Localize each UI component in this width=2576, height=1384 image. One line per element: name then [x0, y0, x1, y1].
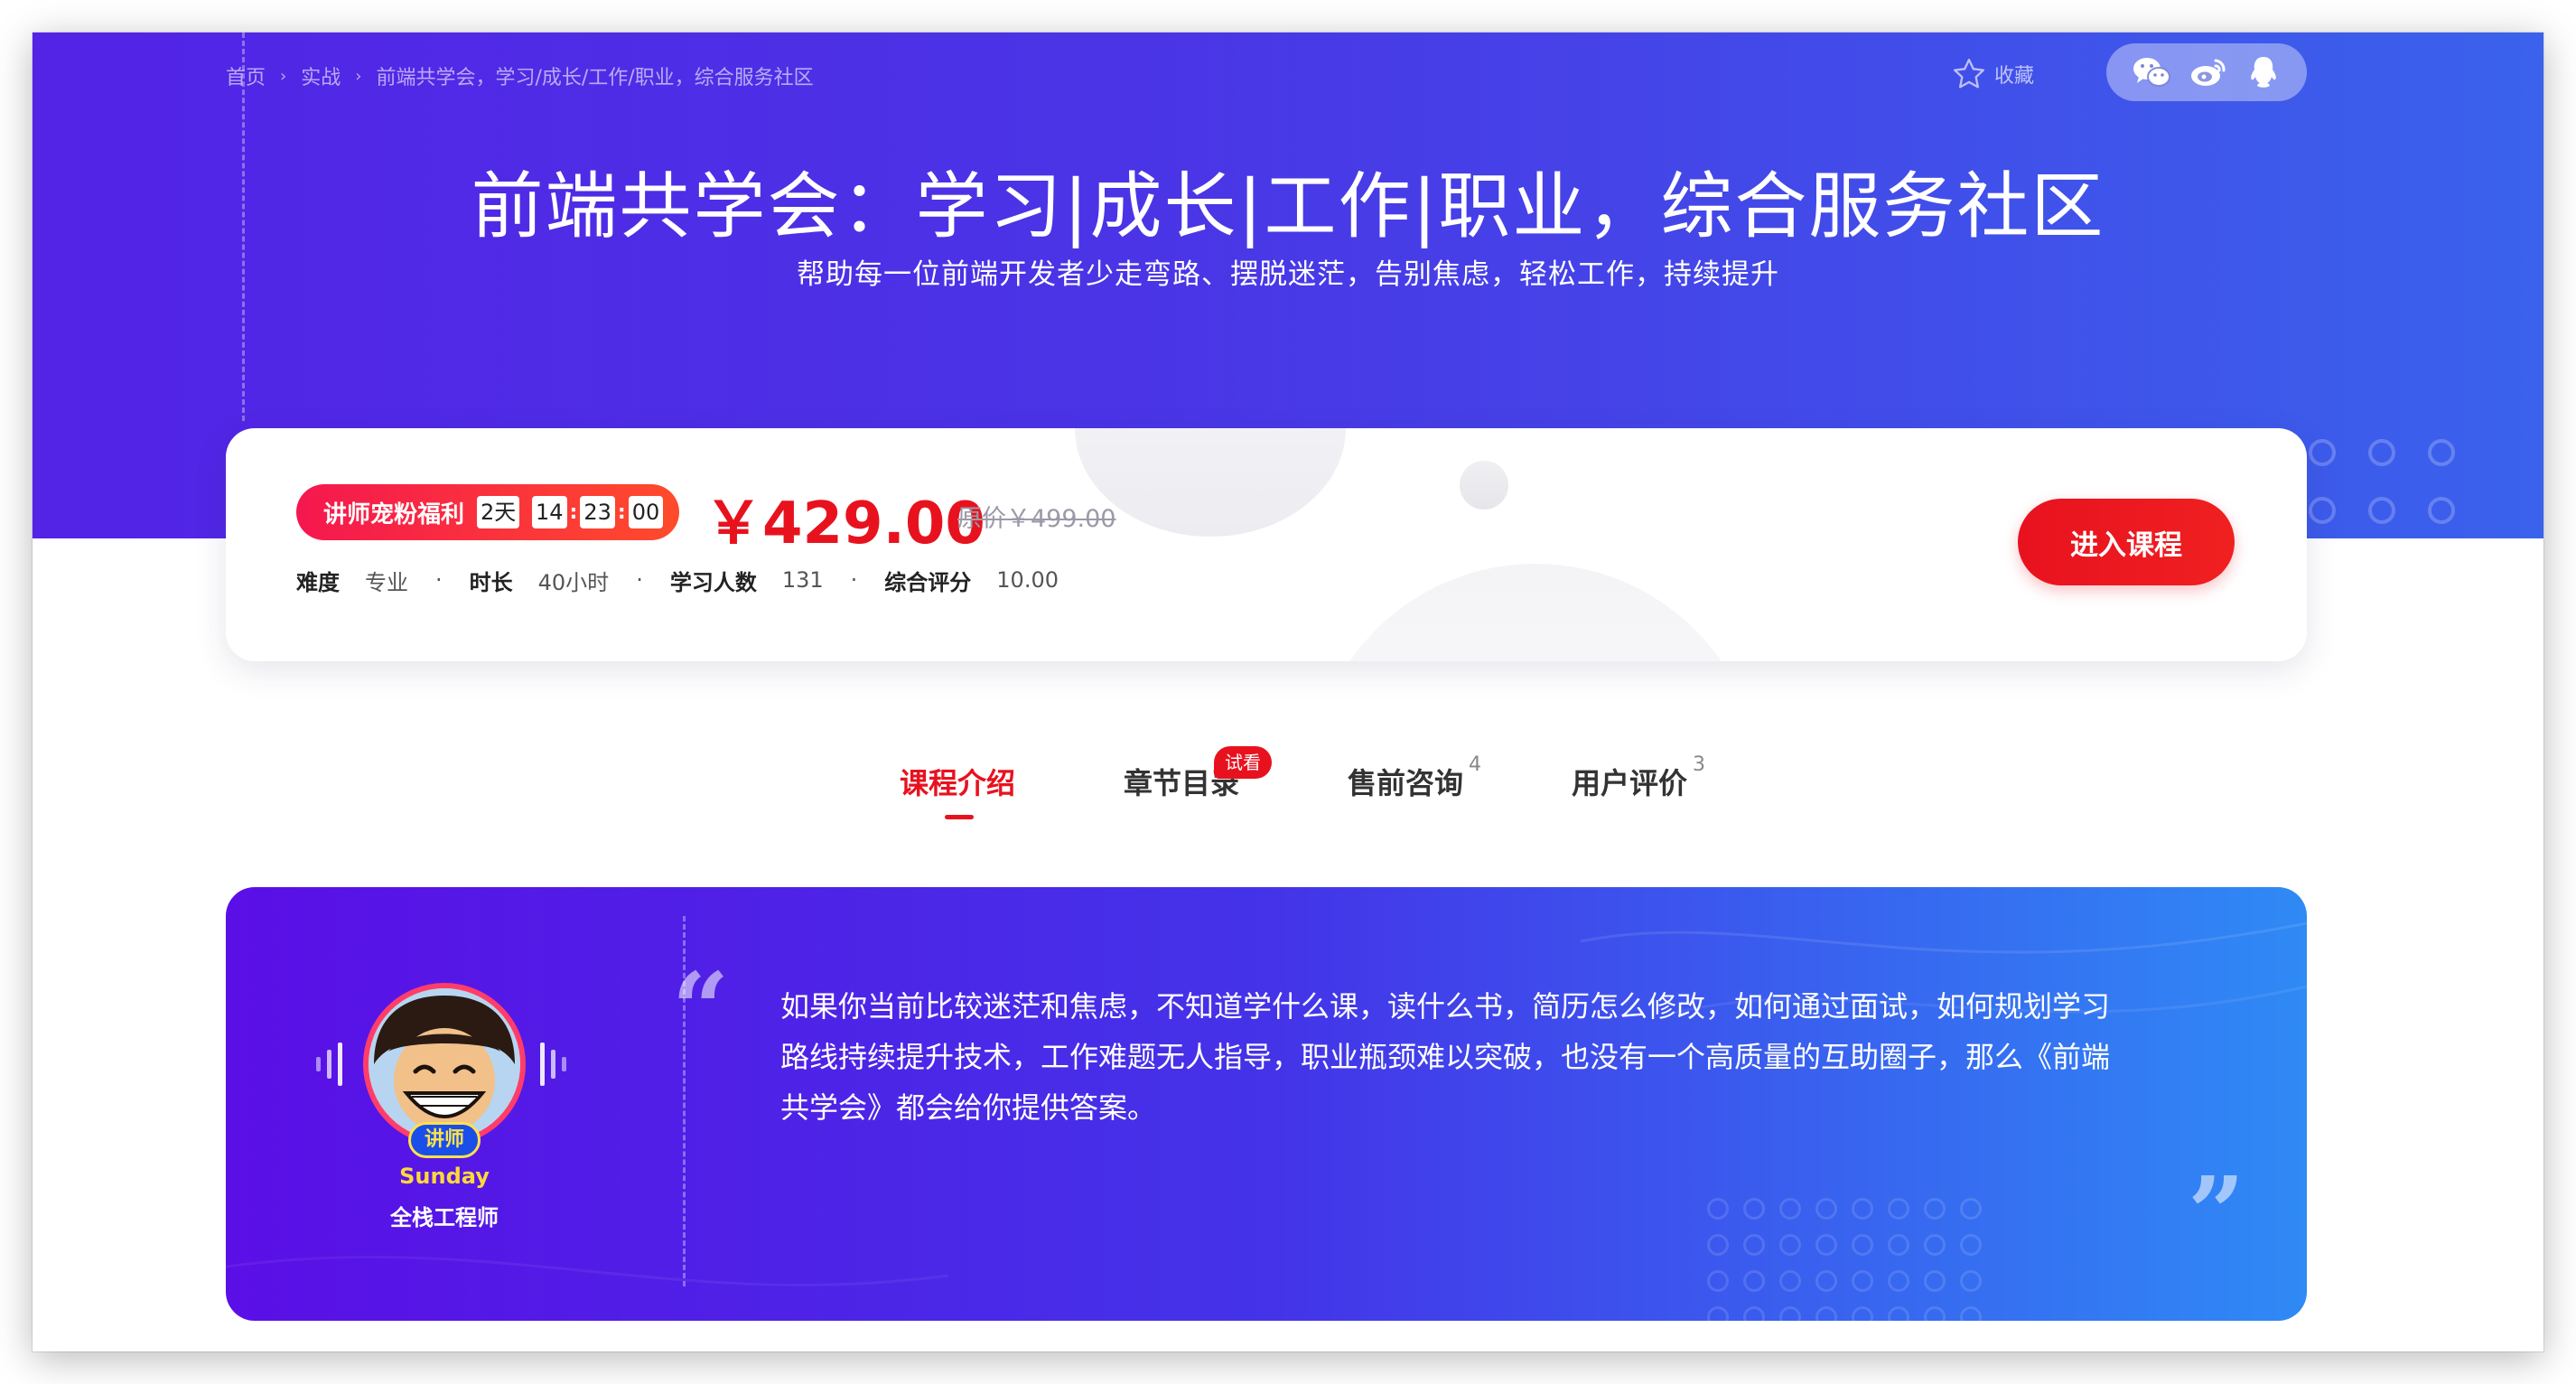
tab-label: 用户评价 [1572, 766, 1688, 800]
decorative-dot [1888, 1198, 1909, 1220]
countdown-gap [522, 501, 529, 524]
decorative-dot [1707, 1234, 1729, 1256]
open-quote-icon: “ [672, 950, 730, 1067]
decorative-dot [1743, 1270, 1765, 1292]
tab-count-badge: 3 [1693, 753, 1705, 776]
decorative-shape [1460, 461, 1508, 510]
preview-badge: 试看 [1214, 746, 1272, 779]
decorative-dot [1707, 1198, 1729, 1220]
decorative-dot [1815, 1234, 1837, 1256]
decorative-dot [1707, 1270, 1729, 1292]
tab-course-intro[interactable]: 课程介绍 [900, 761, 1016, 819]
breadcrumb-home-link[interactable]: 首页 [226, 61, 266, 90]
teacher-intro-panel: 讲师 Sunday 全栈工程师 “ 如果你当前比较迷茫和焦虑，不知道学什么课，读… [226, 887, 2307, 1321]
decorative-dot [1743, 1198, 1765, 1220]
meta-rating-label: 综合评分 [884, 569, 972, 595]
course-purchase-card: 讲师宠粉福利 2天 14 : 23 : 00 ￥429.00 原价￥499.00… [226, 428, 2307, 661]
teacher-name: Sunday [399, 1164, 490, 1189]
sound-wave-left-icon [316, 1043, 342, 1086]
countdown-days: 2天 [477, 496, 520, 528]
decorative-dot [1924, 1270, 1946, 1292]
decorative-dot [1779, 1198, 1801, 1220]
breadcrumb-separator: › [355, 66, 362, 86]
countdown-colon: : [617, 500, 626, 524]
enter-course-button[interactable]: 进入课程 [2018, 499, 2235, 585]
sound-wave-right-icon [540, 1043, 566, 1086]
star-icon [1954, 59, 1984, 89]
meta-difficulty-label: 难度 [296, 569, 340, 595]
breadcrumb-current: 前端共学会，学习/成长/工作/职业，综合服务社区 [376, 67, 814, 89]
close-quote-icon: ” [2188, 1155, 2245, 1271]
meta-difficulty-value: 专业 [365, 569, 408, 595]
active-tab-indicator [945, 815, 974, 819]
breadcrumb-category-link[interactable]: 实战 [301, 61, 341, 90]
decorative-dot [1815, 1198, 1837, 1220]
tab-label: 课程介绍 [900, 766, 1016, 800]
decorative-dot [1852, 1234, 1873, 1256]
countdown-hours: 14 [531, 496, 567, 528]
favorite-button[interactable]: 收藏 [1951, 54, 2034, 94]
meta-duration-value: 40小时 [537, 569, 610, 595]
countdown-colon: : [569, 500, 578, 524]
share-bar [2106, 43, 2307, 101]
decorative-dot [1960, 1234, 1982, 1256]
browser-page: 首页 › 实战 › 前端共学会，学习/成长/工作/职业，综合服务社区 收藏 前端… [33, 33, 2543, 1351]
decorative-dot [1960, 1198, 1982, 1220]
teacher-tag: 讲师 [408, 1122, 481, 1158]
meta-separator: · [636, 567, 643, 593]
promo-label: 讲师宠粉福利 [323, 500, 465, 528]
teacher-avatar [363, 983, 526, 1146]
decorative-dot [1779, 1234, 1801, 1256]
original-price: 原价￥499.00 [957, 505, 1116, 533]
course-tabs: 课程介绍 章节目录 售前咨询 4 用户评价 3 [33, 753, 2543, 833]
decorative-dot [1924, 1198, 1946, 1220]
decorative-dot [1815, 1270, 1837, 1292]
countdown-minutes: 23 [580, 496, 615, 528]
breadcrumb: 首页 › 实战 › 前端共学会，学习/成长/工作/职业，综合服务社区 [226, 58, 814, 94]
promo-countdown-badge: 讲师宠粉福利 2天 14 : 23 : 00 [296, 484, 679, 540]
decorative-dot [1924, 1234, 1946, 1256]
course-intro-quote: 如果你当前比较迷茫和焦虑，不知道学什么课，读什么书，简历怎么修改，如何通过面试，… [780, 989, 2111, 1125]
favorite-label: 收藏 [1994, 65, 2035, 88]
decorative-dot [1743, 1234, 1765, 1256]
wechat-icon[interactable] [2132, 55, 2171, 89]
course-meta: 难度 专业 · 时长 40小时 · 学习人数 131 · 综合评分 10.00 [296, 562, 1059, 598]
tab-presales-consult[interactable]: 售前咨询 4 [1348, 753, 1481, 802]
countdown-seconds: 00 [628, 496, 664, 528]
breadcrumb-separator: › [280, 66, 287, 86]
current-price: ￥429.00 [705, 491, 985, 557]
meta-learners-value: 131 [781, 567, 824, 593]
course-subtitle: 帮助每一位前端开发者少走弯路、摆脱迷茫，告别焦虑，轻松工作，持续提升 [797, 258, 1779, 291]
meta-learners-label: 学习人数 [669, 569, 757, 595]
weibo-icon[interactable] [2189, 55, 2228, 89]
meta-duration-label: 时长 [469, 569, 513, 595]
decorative-shape [1310, 564, 1761, 661]
tab-count-badge: 4 [1469, 753, 1481, 776]
decorative-dot [1852, 1198, 1873, 1220]
meta-separator: · [850, 567, 858, 593]
tab-label: 售前咨询 [1348, 766, 1464, 800]
meta-rating-value: 10.00 [996, 567, 1059, 593]
decorative-dot [1852, 1270, 1873, 1292]
decorative-dot [1960, 1270, 1982, 1292]
qq-icon[interactable] [2245, 54, 2282, 90]
decorative-dot [1888, 1234, 1909, 1256]
course-title: 前端共学会：学习|成长|工作|职业，综合服务社区 [471, 164, 2105, 248]
decorative-dot [1888, 1270, 1909, 1292]
teacher-role: 全栈工程师 [390, 1205, 499, 1230]
tab-user-reviews[interactable]: 用户评价 3 [1572, 753, 1705, 802]
decorative-dot [1779, 1270, 1801, 1292]
meta-separator: · [435, 567, 443, 593]
